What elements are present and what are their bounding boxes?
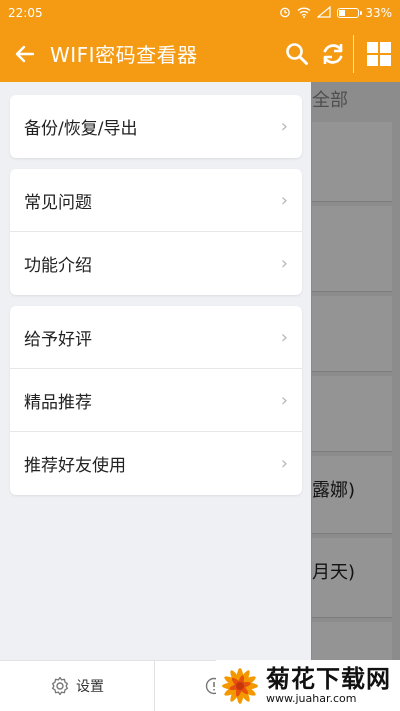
chevron-right-icon: ›: [280, 453, 288, 474]
flower-logo-icon: [222, 667, 258, 704]
chevron-right-icon: ›: [280, 253, 288, 274]
signal-icon: [316, 5, 331, 20]
chevron-right-icon: ›: [280, 116, 288, 137]
battery-icon: [337, 7, 363, 18]
watermark-url: www.juahar.com: [266, 692, 357, 705]
gear-icon: [51, 676, 69, 696]
grid-menu-button[interactable]: [358, 25, 400, 82]
menu-item-backup[interactable]: 备份/恢复/导出 ›: [10, 95, 302, 158]
wifi-icon: [297, 6, 311, 20]
watermark: 菊花下载网 www.juahar.com: [216, 660, 400, 711]
grid-icon: [367, 41, 391, 66]
status-bar: 22:05 33%: [0, 0, 400, 25]
back-button[interactable]: [0, 25, 50, 82]
chevron-right-icon: ›: [280, 389, 288, 411]
menu-item-share-friends[interactable]: 推荐好友使用 ›: [10, 432, 302, 495]
drawer-group-share: 给予好评 › 精品推荐 › 推荐好友使用 ›: [10, 306, 302, 495]
app-toolbar: WIFI密码查看器: [0, 25, 400, 82]
menu-item-label: 给予好评: [24, 329, 92, 350]
watermark-brand: 菊花下载网: [266, 665, 391, 693]
toolbar-divider: [353, 34, 354, 73]
back-arrow-icon: [15, 45, 35, 62]
navigation-drawer: 备份/恢复/导出 › 常见问题 › 功能介绍 › 给予好评 › 精品推荐 › 推…: [0, 82, 311, 711]
menu-item-label: 功能介绍: [24, 256, 92, 276]
menu-item-rate[interactable]: 给予好评 ›: [10, 306, 302, 369]
search-icon: [286, 42, 308, 65]
refresh-button[interactable]: [315, 25, 351, 82]
menu-item-features[interactable]: 功能介绍 ›: [10, 232, 302, 295]
page-title: WIFI密码查看器: [50, 43, 198, 67]
chevron-right-icon: ›: [280, 326, 288, 348]
menu-item-label: 精品推荐: [24, 392, 92, 413]
chevron-right-icon: ›: [280, 189, 288, 211]
menu-item-recommended-apps[interactable]: 精品推荐 ›: [10, 369, 302, 432]
drawer-group-help: 常见问题 › 功能介绍 ›: [10, 169, 302, 295]
settings-label: 设置: [76, 679, 104, 695]
search-button[interactable]: [279, 25, 315, 82]
menu-item-label: 推荐好友使用: [24, 456, 126, 476]
settings-button[interactable]: 设置: [0, 661, 155, 711]
menu-item-label: 常见问题: [24, 192, 92, 213]
menu-item-faq[interactable]: 常见问题 ›: [10, 169, 302, 232]
alarm-icon: [279, 6, 291, 20]
status-time: 22:05: [8, 5, 43, 20]
refresh-icon: [323, 43, 343, 64]
drawer-group-backup: 备份/恢复/导出 ›: [10, 95, 302, 158]
battery-percent: 33%: [365, 5, 392, 20]
menu-item-label: 备份/恢复/导出: [24, 119, 138, 139]
